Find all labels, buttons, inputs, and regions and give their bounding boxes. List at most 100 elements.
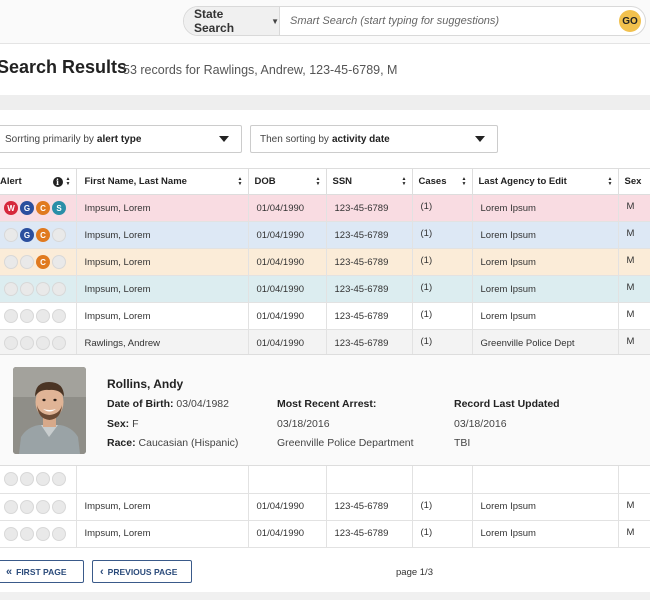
cell-ssn: 123-45-6789	[326, 493, 413, 521]
cell-agency: Lorem Ipsum	[472, 302, 619, 330]
column-header-label: Alert	[0, 176, 22, 187]
cell-cases: (1)	[412, 248, 473, 276]
empty-badge-icon	[4, 472, 18, 487]
caution-badge-icon: C	[36, 255, 50, 269]
table-row[interactable]: C Impsum, Lorem 01/04/1990 123-45-6789 (…	[0, 248, 650, 276]
sort-icon[interactable]	[608, 177, 613, 187]
column-header-alert[interactable]: Alert i	[0, 168, 77, 195]
chevron-down-icon	[475, 136, 485, 142]
previous-page-button[interactable]: ‹ PREVIOUS PAGE	[92, 560, 192, 583]
primary-sort-prefix: Sorrting primarily by	[5, 133, 94, 145]
cell-ssn: 123-45-6789	[326, 248, 413, 276]
smart-search-input[interactable]	[290, 7, 610, 35]
cell-sex: M	[618, 248, 650, 276]
footer-band	[0, 592, 650, 600]
table-row[interactable]: Impsum, Lorem 01/04/1990 123-45-6789 (1)…	[0, 493, 650, 521]
cell-dob	[248, 466, 327, 494]
cell-agency: Lorem Ipsum	[472, 493, 619, 521]
empty-badge-icon	[52, 526, 66, 541]
empty-badge-icon	[52, 499, 66, 514]
caution-badge-icon: C	[36, 201, 50, 215]
empty-badge-icon	[4, 499, 18, 514]
state-search-label: State Search	[194, 7, 235, 35]
table-row[interactable]: G C Impsum, Lorem 01/04/1990 123-45-6789…	[0, 221, 650, 249]
empty-badge-icon	[36, 526, 50, 541]
cell-agency: Lorem Ipsum	[472, 248, 619, 276]
double-chevron-left-icon: «	[6, 565, 13, 578]
cell-sex: M	[618, 329, 650, 357]
alert-badges: C	[4, 255, 68, 269]
sort-icon[interactable]	[316, 177, 321, 187]
empty-badge-icon	[36, 282, 50, 296]
state-search-dropdown[interactable]: State Search ▼	[184, 7, 280, 35]
cell-cases: (1)	[412, 275, 473, 303]
column-header-agency[interactable]: Last Agency to Edit	[472, 168, 619, 195]
go-button[interactable]: GO	[619, 10, 641, 32]
chevron-down-icon: ▼	[271, 16, 279, 26]
sort-icon[interactable]	[462, 177, 467, 187]
empty-badge-icon	[20, 309, 34, 323]
gang-badge-icon: G	[20, 228, 34, 242]
results-table: Alert i First Name, Last Name DOB SSN Cas…	[0, 168, 650, 357]
table-row-selected[interactable]: Rawlings, Andrew 01/04/1990 123-45-6789 …	[0, 329, 650, 357]
table-row[interactable]: W G C S Impsum, Lorem 01/04/1990 123-45-…	[0, 194, 650, 222]
empty-badge-icon	[20, 472, 34, 487]
cell-sex: M	[618, 520, 650, 548]
detail-sex-label: Sex:	[107, 418, 130, 430]
cell-name: Impsum, Lorem	[76, 302, 249, 330]
empty-badge-icon	[52, 255, 66, 269]
cell-cases: (1)	[412, 194, 473, 222]
table-row[interactable]: Impsum, Lorem 01/04/1990 123-45-6789 (1)…	[0, 275, 650, 303]
first-page-button[interactable]: « FIRST PAGE	[0, 560, 84, 583]
cell-dob: 01/04/1990	[248, 194, 327, 222]
last-updated-date: 03/18/2016	[454, 418, 507, 430]
cell-ssn: 123-45-6789	[326, 329, 413, 357]
sex-offender-badge-icon: S	[52, 201, 66, 215]
table-row[interactable]	[0, 466, 650, 494]
cell-name: Impsum, Lorem	[76, 520, 249, 548]
gang-badge-icon: G	[20, 201, 34, 215]
empty-badge-icon	[36, 309, 50, 323]
empty-badge-icon	[52, 472, 66, 487]
primary-sort-dropdown[interactable]: Sorrting primarily by alert type	[0, 125, 242, 153]
sort-icon[interactable]	[238, 177, 243, 187]
caution-badge-icon: C	[36, 228, 50, 242]
cell-ssn: 123-45-6789	[326, 221, 413, 249]
secondary-sort-dropdown[interactable]: Then sorting by activity date	[250, 125, 498, 153]
sort-icon[interactable]	[66, 177, 71, 187]
info-icon[interactable]: i	[52, 177, 63, 187]
detail-race-value: Caucasian (Hispanic)	[138, 437, 239, 449]
cell-name: Impsum, Lorem	[76, 194, 249, 222]
column-header-label: SSN	[332, 176, 353, 187]
alert-badges	[4, 472, 68, 487]
detail-dob-label: Date of Birth:	[107, 398, 174, 410]
column-header-dob[interactable]: DOB	[248, 168, 327, 195]
last-updated-by: TBI	[454, 437, 471, 449]
empty-badge-icon	[4, 336, 18, 350]
recent-arrest-date: 03/18/2016	[277, 418, 330, 430]
column-header-label: Sex	[624, 176, 642, 187]
empty-badge-icon	[36, 336, 50, 350]
search-group: State Search ▼ GO	[183, 6, 646, 36]
column-header-cases[interactable]: Cases	[412, 168, 473, 195]
cell-ssn: 123-45-6789	[326, 275, 413, 303]
cell-cases	[412, 466, 473, 494]
cell-name: Rawlings, Andrew	[76, 329, 249, 357]
table-row[interactable]: Impsum, Lorem 01/04/1990 123-45-6789 (1)…	[0, 520, 650, 548]
cell-ssn	[326, 466, 413, 494]
table-row[interactable]: Impsum, Lorem 01/04/1990 123-45-6789 (1)…	[0, 302, 650, 330]
column-header-ssn[interactable]: SSN	[326, 168, 413, 195]
column-header-label: DOB	[254, 176, 276, 187]
cell-agency: Lorem Ipsum	[472, 221, 619, 249]
results-summary: 53 records for Rawlings, Andrew, 123-45-…	[123, 63, 398, 77]
alert-badges	[4, 336, 68, 350]
empty-badge-icon	[4, 228, 18, 242]
divider	[0, 95, 650, 110]
sort-icon[interactable]	[402, 177, 407, 187]
detail-sex: Sex: F	[107, 418, 139, 430]
column-header-sex[interactable]: Sex	[618, 168, 650, 195]
detail-sex-value: F	[132, 418, 139, 430]
cell-sex	[618, 466, 650, 494]
column-header-name[interactable]: First Name, Last Name	[76, 168, 249, 195]
column-header-label: Last Agency to Edit	[478, 176, 567, 187]
